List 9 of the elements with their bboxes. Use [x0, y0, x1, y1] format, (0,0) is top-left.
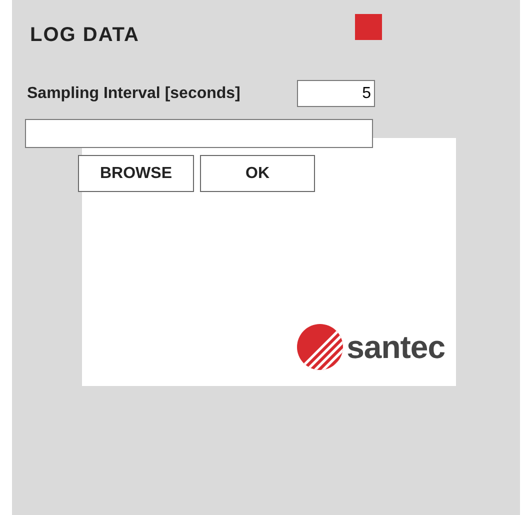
- page-title: LOG DATA: [29, 23, 140, 47]
- interval-field[interactable]: 5: [297, 80, 375, 107]
- browse-button[interactable]: BROWSE: [78, 155, 194, 192]
- ok-button[interactable]: OK: [200, 155, 315, 192]
- logo-text: santec: [346, 328, 445, 366]
- file-path-field[interactable]: [25, 119, 373, 148]
- striped-circle-icon: [296, 324, 343, 370]
- field-label: Sampling Interval [seconds]: [26, 84, 242, 102]
- status-indicator: [355, 14, 382, 40]
